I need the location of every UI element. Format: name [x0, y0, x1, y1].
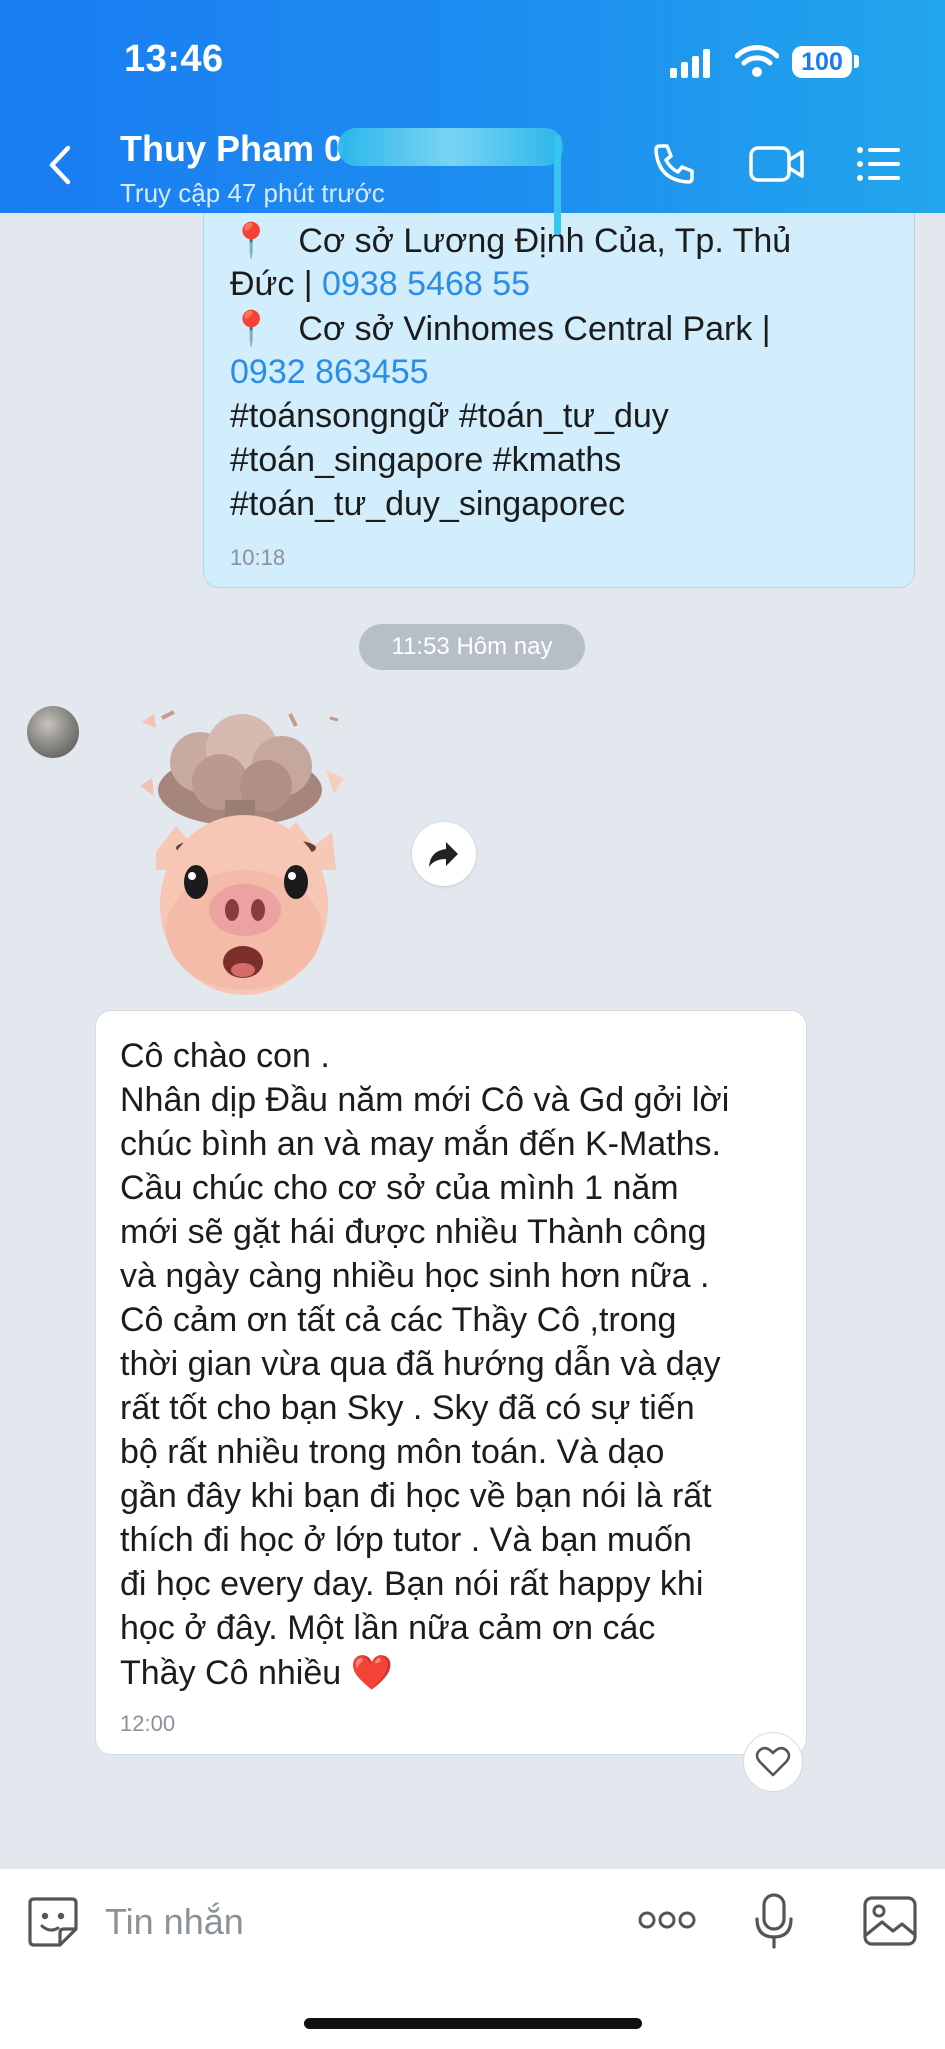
redaction-scribble — [338, 128, 563, 166]
message-line: bộ rất nhiều trong môn toán. Và dạo — [120, 1433, 665, 1471]
message-input[interactable]: Tin nhắn — [105, 1901, 244, 1943]
avatar[interactable] — [27, 706, 79, 758]
incoming-message-bubble[interactable]: Cô chào con . Nhân dịp Đầu năm mới Cô và… — [95, 1010, 807, 1755]
message-line: Cô cảm ơn tất cả các Thầy Cô ,trong — [120, 1301, 677, 1339]
pig-mind-blown-sticker[interactable] — [130, 700, 360, 1000]
home-indicator — [304, 2018, 642, 2029]
outgoing-message-bubble[interactable]: 📍 Cơ sở Lương Định Của, Tp. Thủ Đức | 093… — [203, 190, 915, 588]
message-line: Cô chào con . — [120, 1037, 330, 1075]
more-options-icon[interactable] — [637, 1905, 697, 1935]
battery-tip — [854, 55, 859, 68]
message-time: 12:00 — [120, 1711, 176, 1736]
location-pin-icon: 📍 — [230, 310, 273, 348]
message-composer: Tin nhắn — [0, 1868, 945, 2049]
message-line: rất tốt cho bạn Sky . Sky đã có sự tiến — [120, 1389, 695, 1427]
image-gallery-icon[interactable] — [862, 1895, 918, 1947]
message-line: và ngày càng nhiều học sinh hơn nữa . — [120, 1257, 710, 1295]
status-time: 13:46 — [124, 38, 224, 80]
message-line: gần đây khi bạn đi học về bạn nói là rất — [120, 1477, 712, 1515]
wifi-icon — [735, 45, 779, 77]
sticker-emoji-icon[interactable] — [26, 1895, 80, 1949]
message-line: Cầu chúc cho cơ sở của mình 1 năm — [120, 1169, 679, 1207]
phone-link[interactable]: 0932 863455 — [230, 353, 429, 391]
hashtag-line: #toán_singapore #kmaths — [230, 441, 622, 479]
redaction-stroke — [554, 135, 561, 235]
message-line: học ở đây. Một lần nữa cảm ơn các — [120, 1609, 656, 1647]
react-heart-button[interactable] — [743, 1732, 803, 1792]
chat-header: 13:46 100 Thuy Pham 0 Truy cập 47 phút t… — [0, 0, 945, 213]
date-divider: 11:53 Hôm nay — [359, 624, 585, 670]
message-line: 0932 863455 — [230, 353, 429, 392]
message-time: 10:18 — [230, 545, 286, 570]
battery-indicator: 100 — [792, 46, 852, 78]
message-line: Đức | 0938 5468 55 — [230, 265, 531, 303]
message-line: thời gian vừa qua đã hướng dẫn và dạy — [120, 1345, 721, 1383]
video-call-icon[interactable] — [748, 140, 806, 188]
back-icon[interactable] — [40, 140, 80, 190]
forward-arrow-icon — [429, 842, 458, 867]
message-line: Thầy Cô nhiều ❤️ — [120, 1654, 393, 1692]
message-line: 📍 Cơ sở Vinhomes Central Park | — [230, 310, 771, 348]
hashtag-line: #toán_tư_duy_singaporec — [230, 485, 626, 523]
phone-link[interactable]: 0938 5468 55 — [322, 265, 530, 303]
location-pin-icon: 📍 — [230, 222, 273, 260]
microphone-icon[interactable] — [752, 1891, 796, 1951]
last-seen-status: Truy cập 47 phút trước — [120, 178, 385, 208]
hashtag-line: #toánsongngữ #toán_tư_duy — [230, 397, 669, 435]
message-line: Nhân dịp Đầu năm mới Cô và Gd gởi lời — [120, 1081, 730, 1119]
phone-call-icon[interactable] — [650, 140, 698, 188]
heart-outline-icon — [755, 1746, 791, 1777]
menu-list-icon[interactable] — [855, 140, 903, 188]
forward-button[interactable] — [412, 822, 476, 886]
contact-name[interactable]: Thuy Pham 0 — [120, 128, 344, 170]
message-line: mới sẽ gặt hái được nhiều Thành công — [120, 1213, 707, 1251]
message-line: 📍 Cơ sở Lương Định Của, Tp. Thủ — [230, 222, 792, 260]
message-line: thích đi học ở lớp tutor . Và bạn muốn — [120, 1521, 692, 1559]
cellular-signal-icon — [670, 48, 710, 78]
message-line: đi học every day. Bạn nói rất happy khi — [120, 1565, 704, 1603]
message-line: chúc bình an và may mắn đến K-Maths. — [120, 1125, 721, 1163]
